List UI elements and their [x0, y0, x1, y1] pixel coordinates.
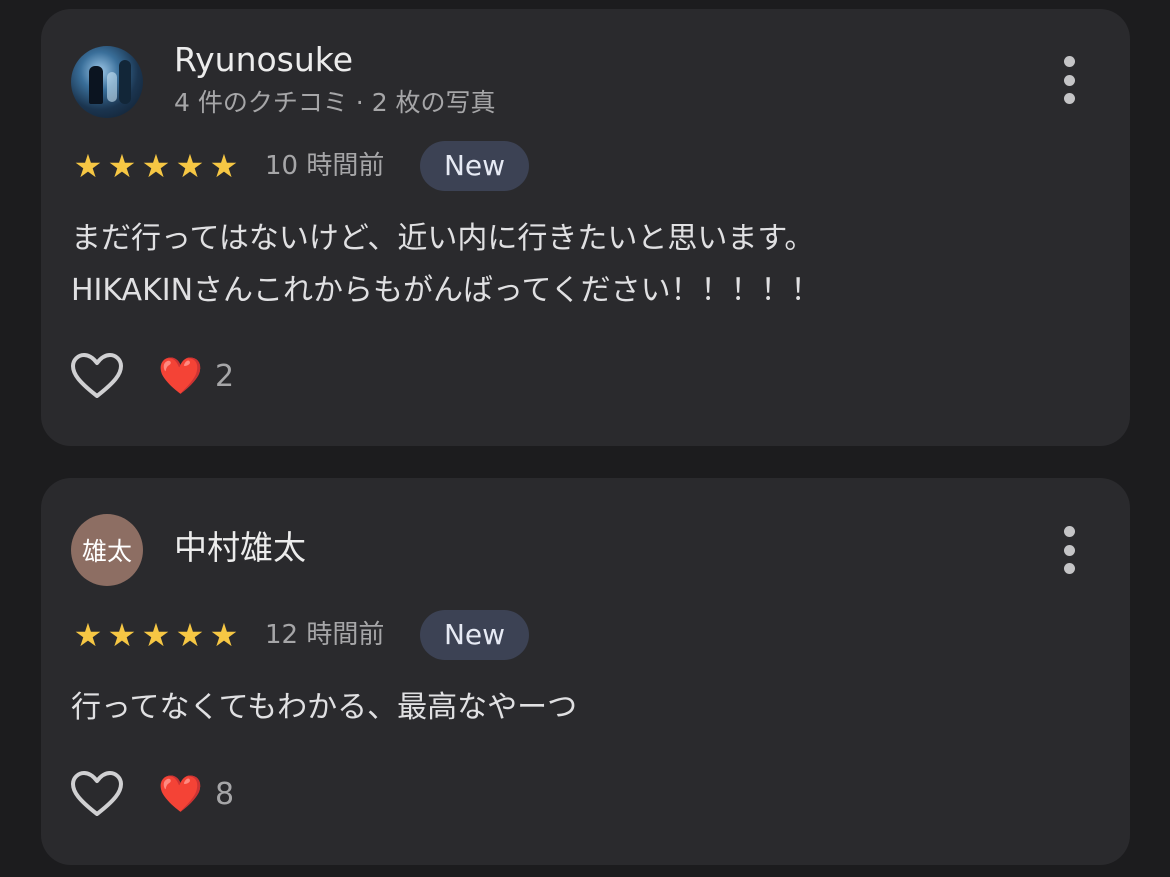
star-icon: ★	[209, 616, 239, 654]
star-icon: ★	[141, 147, 171, 185]
new-badge: New	[420, 610, 529, 660]
star-icon: ★	[175, 147, 205, 185]
more-options-icon[interactable]	[1060, 56, 1078, 104]
star-icon: ★	[73, 616, 103, 654]
more-options-icon[interactable]	[1060, 526, 1078, 574]
new-badge: New	[420, 141, 529, 191]
star-icon: ★	[175, 616, 205, 654]
reviewer-name[interactable]: 中村雄太	[174, 528, 306, 568]
star-rating: ★ ★ ★ ★ ★	[71, 148, 241, 184]
star-icon: ★	[209, 147, 239, 185]
review-time: 10 時間前	[265, 151, 385, 181]
star-icon: ★	[141, 616, 171, 654]
reaction-count: 2	[215, 359, 235, 394]
heart-reaction-icon[interactable]: ❤️	[158, 773, 203, 817]
review-text-line: 行ってなくてもわかる、最高なやーつ	[71, 690, 578, 725]
reviewer-stats: 4 件のクチコミ · 2 枚の写真	[174, 88, 496, 117]
reaction-count: 8	[215, 777, 235, 812]
star-icon: ★	[73, 147, 103, 185]
star-rating: ★ ★ ★ ★ ★	[71, 617, 241, 653]
review-time: 12 時間前	[265, 620, 385, 650]
review-card: 雄太 中村雄太 ★ ★ ★ ★ ★ 12 時間前 New 行ってなくてもわかる、…	[41, 478, 1130, 865]
review-text-line: まだ行ってはないけど、近い内に行きたいと思います。	[71, 221, 815, 256]
avatar[interactable]: 雄太	[71, 514, 143, 586]
like-heart-icon[interactable]	[69, 770, 125, 820]
avatar[interactable]	[71, 46, 143, 118]
heart-reaction-icon[interactable]: ❤️	[158, 355, 203, 399]
review-card: Ryunosuke 4 件のクチコミ · 2 枚の写真 ★ ★ ★ ★ ★ 10…	[41, 9, 1130, 446]
like-heart-icon[interactable]	[69, 352, 125, 402]
reviewer-name[interactable]: Ryunosuke	[174, 40, 353, 80]
star-icon: ★	[107, 147, 137, 185]
star-icon: ★	[107, 616, 137, 654]
review-text-line: HIKAKINさんこれからもがんばってください！！！！！	[71, 273, 821, 308]
